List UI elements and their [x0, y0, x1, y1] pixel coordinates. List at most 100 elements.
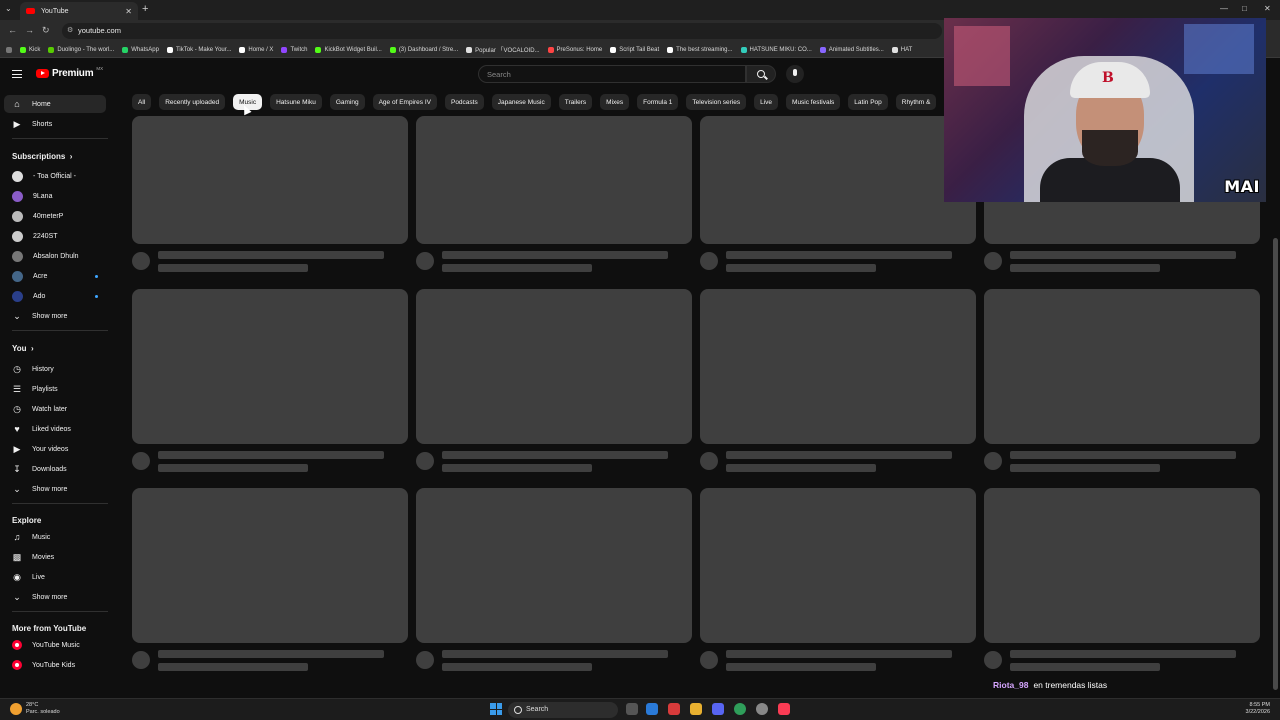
minimize-icon[interactable]: — [1220, 4, 1228, 13]
video-card-placeholder[interactable] [984, 488, 1260, 675]
music-app-icon[interactable] [778, 703, 790, 715]
video-card-placeholder[interactable] [700, 289, 976, 476]
sidebar-subscription[interactable]: 40meterP [4, 207, 106, 225]
sidebar-item-movies[interactable]: ▩ Movies [4, 548, 106, 566]
settings-icon[interactable] [756, 703, 768, 715]
sidebar-item-liked-videos[interactable]: ♥ Liked videos [4, 420, 106, 438]
sidebar-item-your-videos[interactable]: ▶ Your videos [4, 440, 106, 458]
sidebar-item-youtube-kids[interactable]: YouTube Kids [4, 656, 106, 674]
video-thumbnail-placeholder[interactable] [132, 488, 408, 643]
explore-show-more[interactable]: ⌄ Show more [4, 588, 106, 606]
bookmark-item[interactable]: The best streaming... [667, 46, 733, 53]
bookmark-item[interactable]: Kick [20, 46, 40, 53]
bookmark-item[interactable]: Popular 「VOCALOID... [466, 45, 540, 54]
bookmark-item[interactable]: HAT [891, 46, 912, 53]
video-card-placeholder[interactable] [416, 116, 692, 276]
windows-start-icon[interactable] [490, 703, 502, 715]
sidebar-subscription[interactable]: Absalon Dhuln [4, 247, 106, 265]
bookmark-item[interactable]: TikTok - Make Your... [166, 46, 231, 53]
video-thumbnail-placeholder[interactable] [416, 289, 692, 444]
browser-tab-youtube[interactable]: YouTube ✕ [20, 2, 138, 20]
sidebar-item-downloads[interactable]: ↧ Downloads [4, 460, 106, 478]
menu-icon[interactable] [12, 70, 22, 78]
video-thumbnail-placeholder[interactable] [416, 116, 692, 244]
site-info-icon[interactable]: ⚙ [67, 26, 73, 34]
video-card-placeholder[interactable] [132, 289, 408, 476]
bookmark-item[interactable]: PreSonus: Home [547, 46, 602, 53]
video-thumbnail-placeholder[interactable] [984, 289, 1260, 444]
weather-widget[interactable]: 28°C Parc. soleado [10, 702, 60, 716]
search-input[interactable]: Search [478, 65, 746, 83]
bookmark-item[interactable]: (3) Dashboard / Stre... [389, 46, 458, 53]
sidebar-item-live[interactable]: ◉ Live [4, 568, 106, 586]
bookmark-item[interactable]: Home / X [239, 46, 273, 53]
chip-recently-uploaded[interactable]: Recently uploaded [159, 94, 226, 110]
chip-gaming[interactable]: Gaming [329, 94, 365, 110]
page-scrollbar[interactable] [1273, 238, 1278, 690]
bookmark-item[interactable]: HATSUNE MIKU: CO... [740, 46, 812, 53]
chrome-icon[interactable] [734, 703, 746, 715]
bookmark-item[interactable]: WhatsApp [122, 46, 159, 53]
video-thumbnail-placeholder[interactable] [700, 289, 976, 444]
video-thumbnail-placeholder[interactable] [132, 116, 408, 244]
taskbar-clock[interactable]: 8:55 PM 3/22/2026 [1246, 702, 1270, 716]
forward-icon[interactable]: → [25, 25, 34, 35]
chip-trailers[interactable]: Trailers [558, 94, 593, 110]
bookmark-item[interactable]: Duolingo - The worl... [48, 46, 114, 53]
sidebar-item-history[interactable]: ◷ History [4, 360, 106, 378]
sidebar-item-watch-later[interactable]: ◷ Watch later [4, 400, 106, 418]
sidebar-item-youtube-music[interactable]: YouTube Music [4, 636, 106, 654]
chip-live[interactable]: Live [754, 94, 779, 110]
maximize-icon[interactable]: □ [1242, 4, 1247, 13]
apps-icon[interactable] [6, 46, 12, 53]
sidebar-subscription[interactable]: 9Lana [4, 187, 106, 205]
chip-latin-pop[interactable]: Latin Pop [848, 94, 888, 110]
video-card-placeholder[interactable] [132, 488, 408, 675]
sidebar-subscription[interactable]: Acre [4, 267, 106, 285]
video-card-placeholder[interactable] [984, 289, 1260, 476]
video-thumbnail-placeholder[interactable] [984, 488, 1260, 643]
chip-rhythm[interactable]: Rhythm & [895, 94, 937, 110]
video-thumbnail-placeholder[interactable] [700, 488, 976, 643]
video-card-placeholder[interactable] [132, 116, 408, 276]
bookmark-item[interactable]: Twitch [281, 46, 307, 53]
bookmark-item[interactable]: Animated Subtitles... [819, 46, 884, 53]
app-icon[interactable] [668, 703, 680, 715]
sidebar-item-home[interactable]: ⌂ Home [4, 95, 106, 113]
subscriptions-heading[interactable]: Subscriptions › [12, 152, 72, 161]
video-thumbnail-placeholder[interactable] [700, 116, 976, 244]
tab-search-icon[interactable]: ⌄ [5, 4, 12, 13]
video-card-placeholder[interactable] [416, 488, 692, 675]
edge-icon[interactable] [646, 703, 658, 715]
video-card-placeholder[interactable] [700, 488, 976, 675]
reload-icon[interactable]: ↻ [42, 25, 50, 36]
taskbar-search[interactable]: Search [508, 702, 618, 718]
tab-close-icon[interactable]: ✕ [125, 7, 132, 16]
you-show-more[interactable]: ⌄ Show more [4, 480, 106, 498]
video-card-placeholder[interactable] [416, 289, 692, 476]
search-button[interactable] [746, 65, 776, 83]
chip-japanese-music[interactable]: Japanese Music [491, 94, 551, 110]
voice-search-icon[interactable] [786, 65, 804, 83]
chip-television-series[interactable]: Television series [686, 94, 747, 110]
chip-mixes[interactable]: Mixes [600, 94, 630, 110]
chip-age-of-empires-iv[interactable]: Age of Empires IV [372, 94, 437, 110]
you-heading[interactable]: You › [12, 344, 34, 353]
sidebar-item-playlists[interactable]: ☰ Playlists [4, 380, 106, 398]
bookmark-item[interactable]: Script Tail Beat [610, 46, 659, 53]
video-thumbnail-placeholder[interactable] [132, 289, 408, 444]
youtube-premium-logo[interactable]: Premium MX [36, 66, 103, 79]
back-icon[interactable]: ← [8, 25, 17, 35]
file-explorer-icon[interactable] [690, 703, 702, 715]
window-close-icon[interactable]: ✕ [1264, 4, 1271, 13]
sidebar-subscription[interactable]: Ado [4, 287, 106, 305]
task-view-icon[interactable] [626, 703, 638, 715]
bookmark-item[interactable]: KickBot Widget Buil... [315, 46, 382, 53]
chip-hatsune-miku[interactable]: Hatsune Miku [270, 94, 322, 110]
chip-podcasts[interactable]: Podcasts [444, 94, 484, 110]
discord-icon[interactable] [712, 703, 724, 715]
sidebar-subscription[interactable]: 2240ST [4, 227, 106, 245]
video-thumbnail-placeholder[interactable] [416, 488, 692, 643]
chip-formula-1[interactable]: Formula 1 [637, 94, 679, 110]
video-card-placeholder[interactable] [700, 116, 976, 276]
